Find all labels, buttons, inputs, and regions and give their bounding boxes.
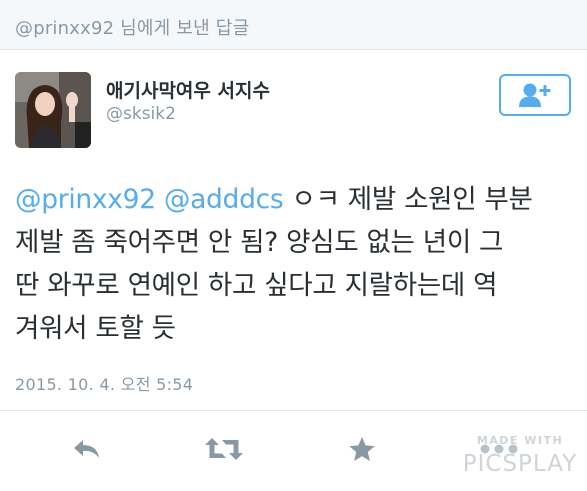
avatar-photo — [15, 72, 91, 148]
avatar[interactable] — [15, 72, 91, 148]
star-icon — [349, 437, 375, 461]
like-button[interactable] — [344, 432, 380, 466]
add-user-icon — [519, 83, 551, 107]
tweet-line-1: @prinxx92 @adddcs ㅇㅋ 제발 소원인 부분 — [15, 178, 580, 221]
tweet-line-1-text: ㅇㅋ 제발 소원인 부분 — [283, 184, 533, 215]
tweet-timestamp: 2015. 10. 4. 오전 5:54 — [15, 375, 194, 394]
more-button[interactable] — [474, 432, 524, 466]
author-screen-name[interactable]: @sksik2 — [106, 104, 176, 124]
more-icon — [480, 444, 518, 454]
retweet-button[interactable] — [202, 432, 246, 466]
mention-link[interactable]: @adddcs — [164, 184, 284, 215]
tweet-line-2: 제발 좀 죽어주면 안 됨? 양심도 없는 년이 그 — [15, 227, 504, 258]
retweet-icon — [205, 438, 243, 460]
mention-link[interactable]: @prinxx92 — [15, 184, 156, 215]
reply-icon — [74, 440, 99, 458]
tweet-line-3: 딴 와꾸로 연예인 하고 싶다고 지랄하는데 역 — [15, 270, 498, 301]
tweet-text: @prinxx92 @adddcs ㅇㅋ 제발 소원인 부분 제발 좀 죽어주면… — [15, 178, 580, 350]
follow-button[interactable] — [499, 74, 571, 116]
reply-context-text: @prinxx92 님에게 보낸 답글 — [15, 18, 250, 39]
reply-context-header: @prinxx92 님에게 보낸 답글 — [0, 0, 587, 50]
reply-button[interactable] — [68, 432, 106, 466]
author-display-name[interactable]: 애기사막여우 서지수 — [106, 76, 270, 103]
tweet-line-4: 겨워서 토할 듯 — [15, 313, 176, 344]
divider — [0, 410, 587, 411]
